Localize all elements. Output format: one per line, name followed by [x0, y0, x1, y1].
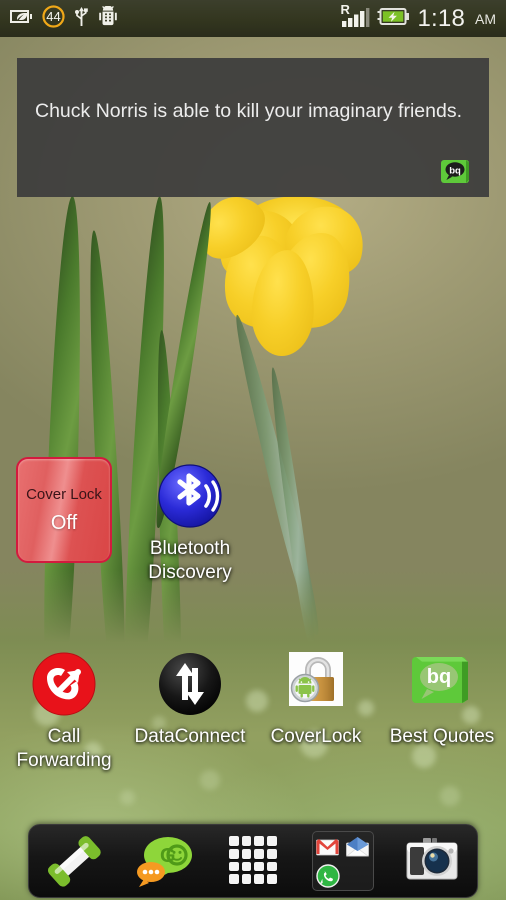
- home-icon-label: Call Forwarding: [16, 726, 112, 771]
- dock-item-camera[interactable]: [399, 830, 465, 892]
- padlock-android-icon: [280, 648, 352, 720]
- email-envelope-icon: [346, 836, 370, 856]
- status-bar[interactable]: 44 R 1:18 AM: [0, 0, 506, 37]
- status-bar-right-icons: R 1:18 AM: [338, 1, 496, 33]
- phone-handset-icon: [47, 836, 101, 887]
- eco-battery-icon: [10, 8, 33, 30]
- folder-item-empty: [343, 861, 373, 890]
- home-icon-bluetooth-discovery[interactable]: Bluetooth Discovery: [134, 460, 246, 585]
- cover-lock-title: Cover Lock: [26, 485, 102, 503]
- cover-lock-toggle-widget[interactable]: Cover Lock Off: [16, 457, 112, 563]
- gmail-envelope-icon: [316, 838, 339, 855]
- call-forwarding-icon: [28, 648, 100, 720]
- folder-item-email[interactable]: [343, 832, 373, 861]
- android-debug-icon: [98, 4, 118, 32]
- folder-icon: [311, 831, 374, 891]
- notification-count-label: 44: [46, 8, 61, 24]
- dock-item-mail-folder[interactable]: [310, 830, 376, 892]
- status-bar-clock: 1:18: [417, 4, 465, 32]
- svg-text:bq: bq: [427, 666, 451, 688]
- status-bar-left-icons: 44: [10, 4, 118, 33]
- svg-text:bq: bq: [449, 165, 461, 176]
- home-icon-label: Best Quotes: [389, 726, 495, 747]
- quote-text: Chuck Norris is able to kill your imagin…: [35, 100, 462, 122]
- bluetooth-discovery-icon: [154, 460, 226, 532]
- roaming-label: R: [340, 1, 350, 17]
- usb-icon: [74, 6, 89, 32]
- home-icon-data-connect[interactable]: DataConnect: [134, 648, 246, 749]
- home-icon-cover-lock[interactable]: CoverLock: [260, 648, 372, 749]
- home-icon-label: CoverLock: [270, 726, 362, 747]
- status-bar-meridiem: AM: [475, 10, 496, 27]
- home-icon-best-quotes[interactable]: bq Best Quotes: [386, 648, 498, 749]
- dock-item-go-sms[interactable]: G: [130, 830, 196, 892]
- best-quotes-widget[interactable]: Chuck Norris is able to kill your imagin…: [17, 58, 489, 197]
- folder-item-whatsapp[interactable]: [313, 861, 343, 890]
- camera-icon: [406, 838, 458, 880]
- notification-count-badge: 44: [42, 4, 65, 33]
- bq-logo-icon[interactable]: bq: [441, 156, 471, 186]
- home-icon-call-forwarding[interactable]: Call Forwarding: [8, 648, 120, 773]
- dock-item-app-drawer[interactable]: [220, 830, 286, 892]
- dock-item-phone[interactable]: [41, 830, 107, 892]
- data-transfer-arrows-icon: [154, 648, 226, 720]
- go-sms-bubble-icon: G: [137, 837, 193, 887]
- bq-speech-bubble-icon: bq: [406, 648, 478, 720]
- roaming-signal-icon: R: [338, 1, 370, 33]
- cover-lock-state: Off: [50, 511, 78, 534]
- app-drawer-grid-icon: [228, 836, 277, 884]
- whatsapp-icon: [315, 863, 340, 888]
- battery-charging-icon: [377, 7, 410, 31]
- home-icon-label: DataConnect: [134, 726, 246, 747]
- dock: G: [28, 824, 478, 898]
- folder-item-gmail[interactable]: [313, 832, 343, 861]
- home-icon-label: Bluetooth Discovery: [148, 538, 232, 583]
